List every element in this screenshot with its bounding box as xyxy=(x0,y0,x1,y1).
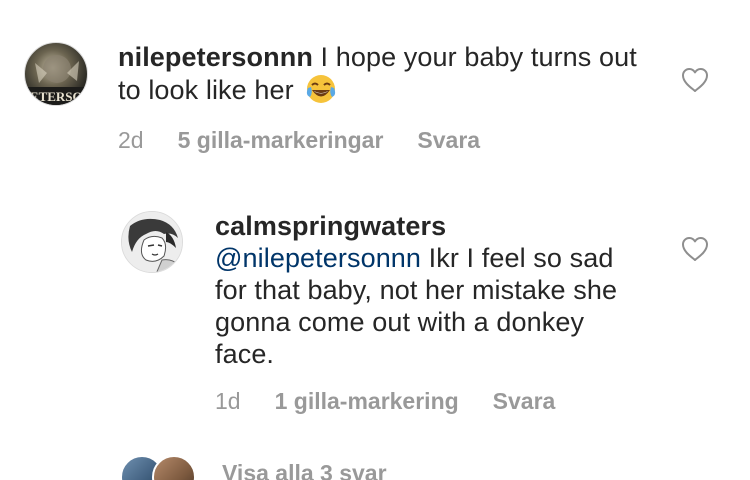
like-heart-icon[interactable] xyxy=(681,236,709,262)
like-heart-icon[interactable] xyxy=(681,67,709,93)
reply-body: calmspringwaters @nilepetersonnn Ikr I f… xyxy=(215,210,645,370)
avatar-image: PETERSON xyxy=(25,55,88,105)
reply-time[interactable]: 1d xyxy=(215,388,241,415)
reply-meta: 1d 1 gilla-markering Svara xyxy=(215,388,555,415)
comment-likes-link[interactable]: 5 gilla-markeringar xyxy=(178,127,384,154)
avatar xyxy=(152,455,196,480)
comment-username[interactable]: nilepetersonnn xyxy=(118,42,313,72)
comments-section: PETERSON nilepetersonnn I hope your baby… xyxy=(0,0,750,480)
comment-time[interactable]: 2d xyxy=(118,127,144,154)
reply-button[interactable]: Svara xyxy=(417,127,480,154)
avatar[interactable] xyxy=(121,211,183,273)
reply-button[interactable]: Svara xyxy=(493,388,556,415)
view-replies-link[interactable]: Visa alla 3 svar xyxy=(222,460,387,480)
avatar-image xyxy=(122,212,182,272)
comment-body: nilepetersonnn I hope your baby turns ou… xyxy=(118,41,648,106)
reply-likes-link[interactable]: 1 gilla-markering xyxy=(275,388,459,415)
avatar-logo-text: PETERSON xyxy=(25,89,88,104)
avatar[interactable]: PETERSON xyxy=(24,42,88,106)
comment-meta: 2d 5 gilla-markeringar Svara xyxy=(118,127,480,154)
mention-link[interactable]: @nilepetersonnn xyxy=(215,243,421,273)
face-with-tears-of-joy-emoji xyxy=(307,75,336,103)
reply-username[interactable]: calmspringwaters xyxy=(215,210,645,242)
